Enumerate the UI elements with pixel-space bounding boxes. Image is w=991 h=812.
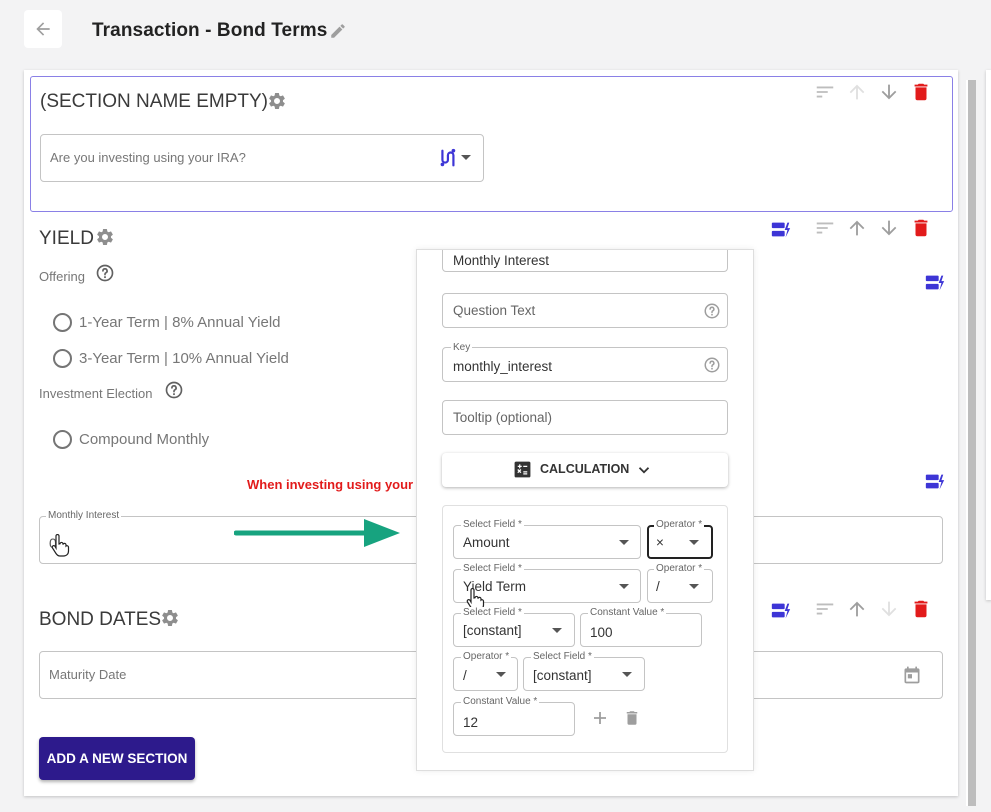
maturity-date-placeholder: Maturity Date <box>49 667 127 682</box>
arrow-down-icon[interactable] <box>878 81 900 103</box>
select-field-label: Select Field * <box>461 519 524 530</box>
back-arrow-icon <box>36 22 50 36</box>
arrow-up-icon[interactable] <box>846 598 868 620</box>
side-card <box>986 70 991 600</box>
gear-icon[interactable] <box>267 91 287 111</box>
radio-option-1[interactable] <box>53 313 72 332</box>
operator-value: / <box>463 668 467 683</box>
select-field-label: Select Field * <box>461 563 524 574</box>
field-editor-panel: Monthly Interest Question Text Key month… <box>416 249 754 771</box>
scrollbar-thumb[interactable] <box>968 80 976 806</box>
cursor-hand-icon <box>51 534 70 557</box>
monthly-interest-label: Monthly Interest <box>46 510 122 521</box>
option-label: 1-Year Term | 8% Annual Yield <box>79 314 281 331</box>
constant-value-label: Constant Value * <box>588 607 667 618</box>
sort-icon[interactable] <box>814 217 836 239</box>
gear-icon[interactable] <box>160 608 180 628</box>
question-placeholder: Are you investing using your IRA? <box>50 150 246 165</box>
top-bar: Transaction - Bond Terms <box>0 0 991 64</box>
chevron-down-icon <box>638 467 650 474</box>
arrow-up-icon[interactable] <box>846 217 868 239</box>
operator-value: / <box>656 579 660 594</box>
key-label: Key <box>451 342 473 353</box>
trash-icon[interactable] <box>623 709 641 727</box>
add-section-button[interactable]: ADD A NEW SECTION <box>39 737 195 780</box>
operator-value: × <box>656 535 664 550</box>
arrow-down-icon[interactable] <box>878 598 900 620</box>
radio-option-2[interactable] <box>53 349 72 368</box>
page-title: Transaction - Bond Terms <box>92 20 328 41</box>
logic-icon[interactable] <box>924 272 946 294</box>
arrow-up-icon[interactable] <box>846 81 868 103</box>
dropdown-icon[interactable] <box>689 540 699 545</box>
logic-icon[interactable] <box>770 219 792 241</box>
offering-label: Offering <box>39 269 86 284</box>
select-field-value: Amount <box>463 535 510 550</box>
key-value: monthly_interest <box>453 359 553 374</box>
select-field-label: Select Field * <box>531 651 594 662</box>
dropdown-icon[interactable] <box>552 628 562 633</box>
trash-icon[interactable] <box>910 81 932 103</box>
tooltip-placeholder: Tooltip (optional) <box>453 410 553 425</box>
section-title-yield: YIELD <box>39 228 94 249</box>
radio-compound[interactable] <box>53 430 72 449</box>
warning-text: When investing using your IR <box>247 477 430 492</box>
dropdown-icon[interactable] <box>619 540 629 545</box>
trash-icon[interactable] <box>910 217 932 239</box>
gear-icon[interactable] <box>95 227 115 247</box>
help-icon[interactable] <box>95 263 115 283</box>
dropdown-icon[interactable] <box>689 584 699 589</box>
section-title: (SECTION NAME EMPTY) <box>40 91 269 112</box>
logic-icon[interactable] <box>436 147 458 169</box>
help-icon[interactable] <box>703 302 721 320</box>
field-name-value: Monthly Interest <box>453 253 550 268</box>
pencil-icon <box>331 24 345 38</box>
select-field-value: [constant] <box>533 668 592 683</box>
dropdown-icon[interactable] <box>619 584 629 589</box>
election-option-label: Compound Monthly <box>79 431 210 448</box>
plus-icon[interactable] <box>591 709 609 727</box>
back-button[interactable] <box>24 10 62 48</box>
help-icon[interactable] <box>703 356 721 374</box>
calculator-icon <box>514 461 531 478</box>
question-text-placeholder: Question Text <box>453 303 536 318</box>
dropdown-icon[interactable] <box>496 672 506 677</box>
calculation-label: CALCULATION <box>540 462 630 476</box>
select-field-label: Select Field * <box>461 607 524 618</box>
dropdown-icon[interactable] <box>622 672 632 677</box>
select-field-value: [constant] <box>463 623 522 638</box>
section-title-bond-dates: BOND DATES <box>39 609 162 630</box>
calendar-icon[interactable] <box>902 665 922 685</box>
sort-icon[interactable] <box>814 81 836 103</box>
option-label: 3-Year Term | 10% Annual Yield <box>79 350 289 367</box>
dropdown-icon[interactable] <box>461 155 471 160</box>
sort-icon[interactable] <box>814 598 836 620</box>
logic-icon[interactable] <box>924 471 946 493</box>
trash-icon[interactable] <box>910 598 932 620</box>
operator-label: Operator * <box>654 519 705 530</box>
constant-value-label: Constant Value * <box>461 696 540 707</box>
election-label: Investment Election <box>39 386 153 401</box>
constant-value: 12 <box>463 715 479 730</box>
operator-label: Operator * <box>654 563 705 574</box>
logic-icon[interactable] <box>770 600 792 622</box>
constant-value: 100 <box>590 625 613 640</box>
operator-label: Operator * <box>461 651 512 662</box>
arrow-down-icon[interactable] <box>878 217 900 239</box>
green-arrow-icon <box>234 519 400 547</box>
help-icon[interactable] <box>164 380 184 400</box>
edit-title-button[interactable] <box>329 22 347 40</box>
